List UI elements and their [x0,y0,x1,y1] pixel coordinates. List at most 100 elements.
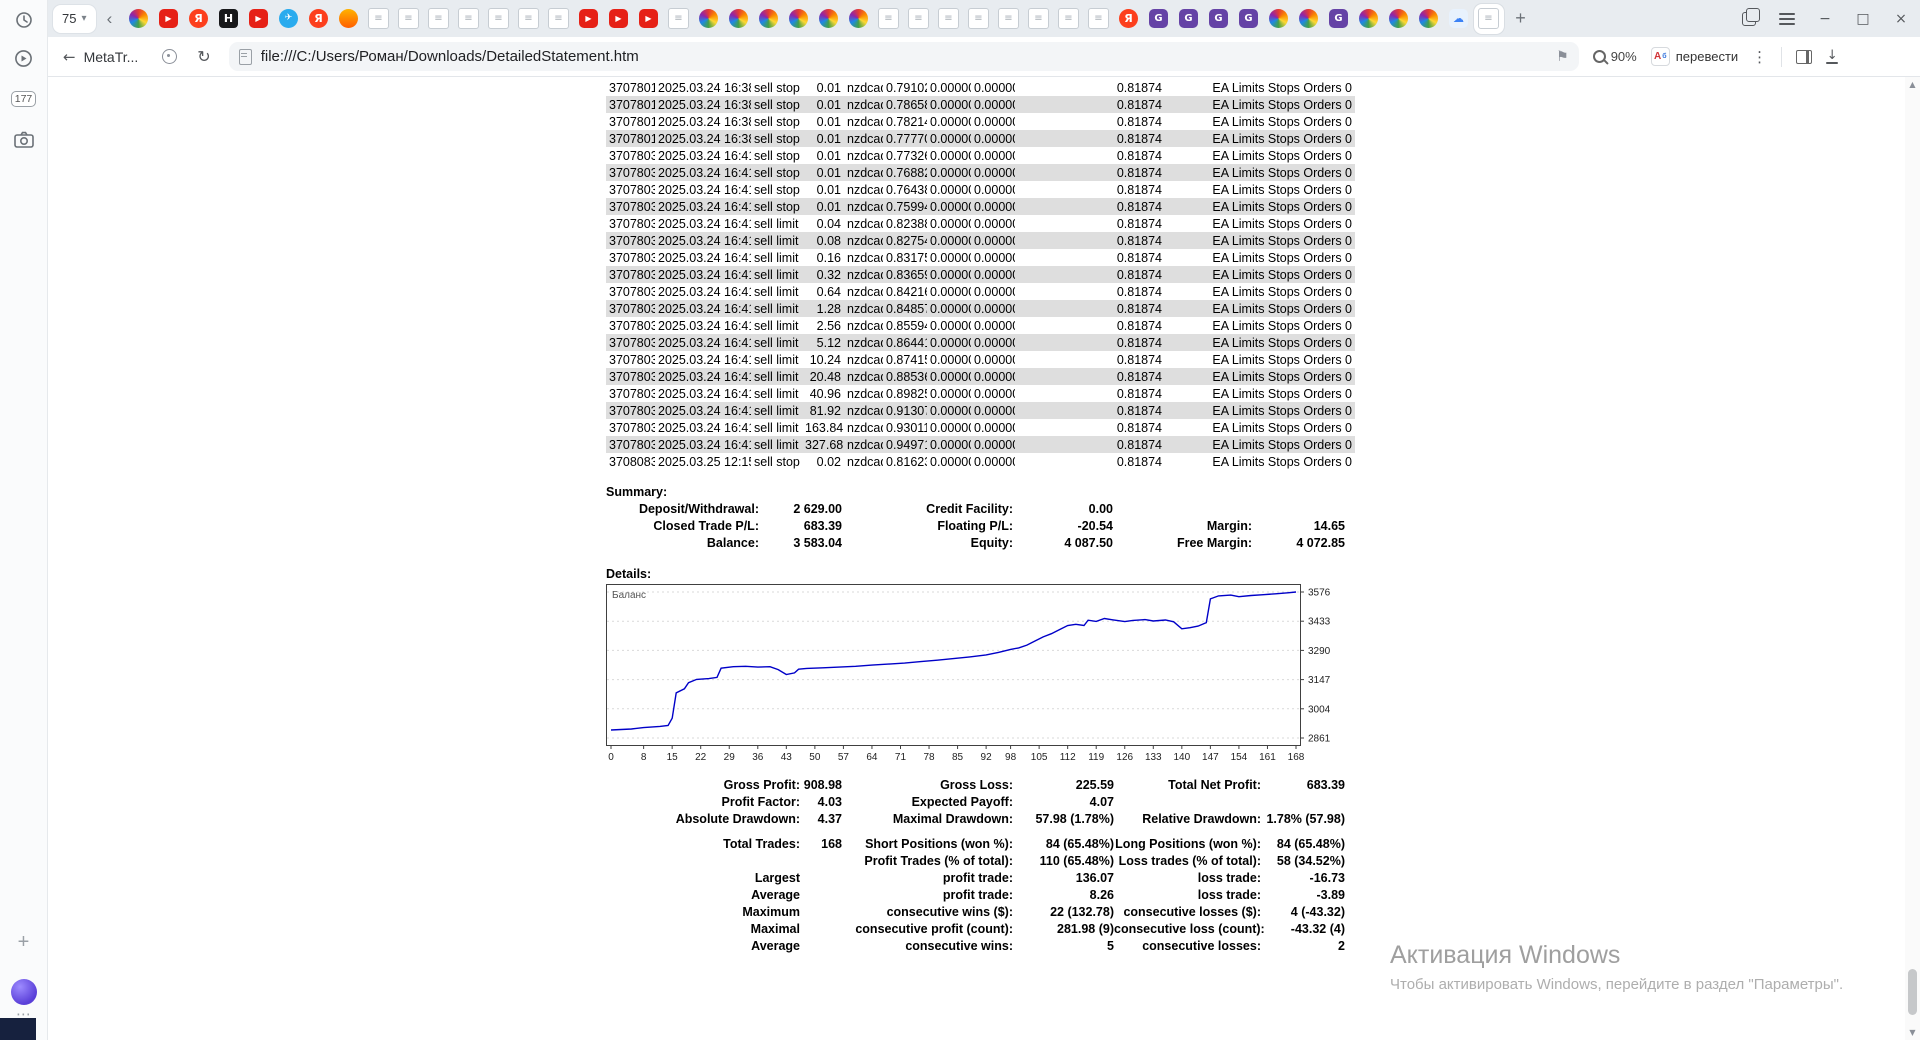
browser-tab-parrot[interactable] [1384,4,1414,34]
parrot-favicon [819,9,838,28]
stat-value: 908.98 [803,778,842,792]
game-favicon: G [1329,9,1348,28]
order-cell: 0.81874 [1116,386,1162,401]
maximize-button[interactable]: □ [1844,0,1882,37]
browser-tab-doc[interactable]: ≡ [1024,4,1054,34]
browser-tab-youtube[interactable]: ▶ [154,4,184,34]
tab-counter[interactable]: 75 ▾ [53,4,96,33]
browser-tab-doc[interactable]: ≡ [484,4,514,34]
browser-tab-game[interactable]: G [1144,4,1174,34]
alice-assistant-button[interactable] [0,978,47,1006]
browser-tab-parrot[interactable] [844,4,874,34]
browser-tab-yandex[interactable]: Я [1114,4,1144,34]
browser-tab-telegram[interactable]: ✈ [274,4,304,34]
chart-x-tick-label: 119 [1088,752,1104,763]
tab-scroll-left-button[interactable]: ‹ [98,9,122,29]
scrollbar-thumb[interactable] [1908,969,1917,1015]
browser-tab-doc[interactable]: ≡ [904,4,934,34]
browser-tab-doc[interactable]: ≡ [964,4,994,34]
browser-tab-parrot[interactable] [124,4,154,34]
order-cell: 370780188 [609,114,655,129]
chart-x-tick-label: 71 [895,752,907,763]
translate-button[interactable]: Аб перевести [1650,47,1738,66]
refresh-icon[interactable]: ↻ [197,47,210,66]
browser-tab-youtube[interactable]: ▶ [244,4,274,34]
close-button[interactable]: × [1882,0,1920,37]
new-tab-button[interactable]: + [1506,4,1536,34]
zoom-control[interactable]: 90% [1592,49,1637,64]
browser-tab-parrot[interactable] [1414,4,1444,34]
address-bar[interactable]: file:///C:/Users/Роман/Downloads/Detaile… [228,42,1579,71]
order-cell: 0.00000 [974,199,1015,214]
browser-tab-cloud[interactable]: ☁ [1444,4,1474,34]
browser-tab-doc[interactable]: ≡ [874,4,904,34]
order-cell: 0.94971 [886,437,927,452]
browser-tab-parrot[interactable] [1264,4,1294,34]
stat-label: Profit Factor: [721,795,800,809]
order-cell-spacer [1015,113,1096,130]
browser-tab-game[interactable]: G [1174,4,1204,34]
browser-tab-doc[interactable]: ≡ [424,4,454,34]
history-clock-icon[interactable] [0,8,47,32]
downloads-button[interactable]: ↓ [1826,49,1839,64]
bookmark-flag-icon[interactable]: ⚑ [1556,49,1569,65]
browser-tab-doc[interactable]: ≡ [1473,3,1504,34]
browser-tab-doc[interactable]: ≡ [994,4,1024,34]
screenshot-camera-icon[interactable] [0,128,47,152]
sidebar-add-button[interactable]: + [0,930,47,954]
youtube-favicon: ▶ [579,9,598,28]
browser-tab-youtube[interactable]: ▶ [634,4,664,34]
order-cell-spacer [1015,385,1096,402]
order-cell: 0.81874 [1116,284,1162,299]
side-panel-icon[interactable] [1796,49,1813,64]
order-cell: 0.76882 [886,165,927,180]
scroll-down-arrow[interactable]: ▼ [1905,1024,1920,1040]
browser-tab-doc[interactable]: ≡ [934,4,964,34]
extension-counter-badge[interactable]: 177 [0,88,47,110]
vertical-scrollbar[interactable]: ▲ ▼ [1905,76,1920,1040]
browser-tab-fire[interactable] [334,4,364,34]
browser-tab-youtube[interactable]: ▶ [604,4,634,34]
browser-tab-yandex[interactable]: Я [304,4,334,34]
back-to-tab-button[interactable]: ← MetaTr... [47,48,152,66]
order-cell: 0.81874 [1116,182,1162,197]
browser-tab-doc[interactable]: ≡ [664,4,694,34]
browser-tab-doc[interactable]: ≡ [514,4,544,34]
video-play-icon[interactable] [0,46,47,70]
browser-tab-yandex[interactable]: Я [184,4,214,34]
browser-tab-parrot[interactable] [784,4,814,34]
summary-label: Closed Trade P/L: [653,519,759,533]
browser-tab-parrot[interactable] [1354,4,1384,34]
browser-tab-parrot[interactable] [724,4,754,34]
tab-panels-button[interactable] [1730,0,1768,37]
scroll-up-arrow[interactable]: ▲ [1905,76,1920,92]
browser-tab-doc[interactable]: ≡ [544,4,574,34]
order-cell-spacer [1015,351,1096,368]
order-cell: 2025.03.24 16:38:13 [658,97,751,112]
browser-tab-doc[interactable]: ≡ [1084,4,1114,34]
browser-tab-doc[interactable]: ≡ [454,4,484,34]
minimize-button[interactable]: − [1806,0,1844,37]
browser-tab-parrot[interactable] [694,4,724,34]
browser-tab-doc[interactable]: ≡ [364,4,394,34]
order-cell: EA Limits Stops Orders 0 [1212,182,1352,197]
order-cell: 0.00000 [930,80,971,95]
browser-tab-black-h[interactable]: H [214,4,244,34]
order-cell: EA Limits Stops Orders 0 [1212,420,1352,435]
order-row: 3707803492025.03.24 16:41:38sell stop 0.0… [606,198,1355,215]
doc-favicon: ≡ [878,8,899,29]
site-protect-icon[interactable] [162,49,178,64]
order-row: 3707801882025.03.24 16:38:14sell stop 0.0… [606,113,1355,130]
browser-tab-doc[interactable]: ≡ [394,4,424,34]
browser-tab-parrot[interactable] [1294,4,1324,34]
browser-tab-doc[interactable]: ≡ [1054,4,1084,34]
browser-tab-game[interactable]: G [1204,4,1234,34]
browser-tab-parrot[interactable] [754,4,784,34]
browser-tab-game[interactable]: G [1234,4,1264,34]
kebab-menu-icon[interactable]: ⋮ [1752,48,1767,66]
browser-tab-youtube[interactable]: ▶ [574,4,604,34]
menu-button[interactable] [1768,0,1806,37]
browser-tab-parrot[interactable] [814,4,844,34]
browser-tab-game[interactable]: G [1324,4,1354,34]
order-cell: EA Limits Stops Orders 0 [1212,454,1352,469]
